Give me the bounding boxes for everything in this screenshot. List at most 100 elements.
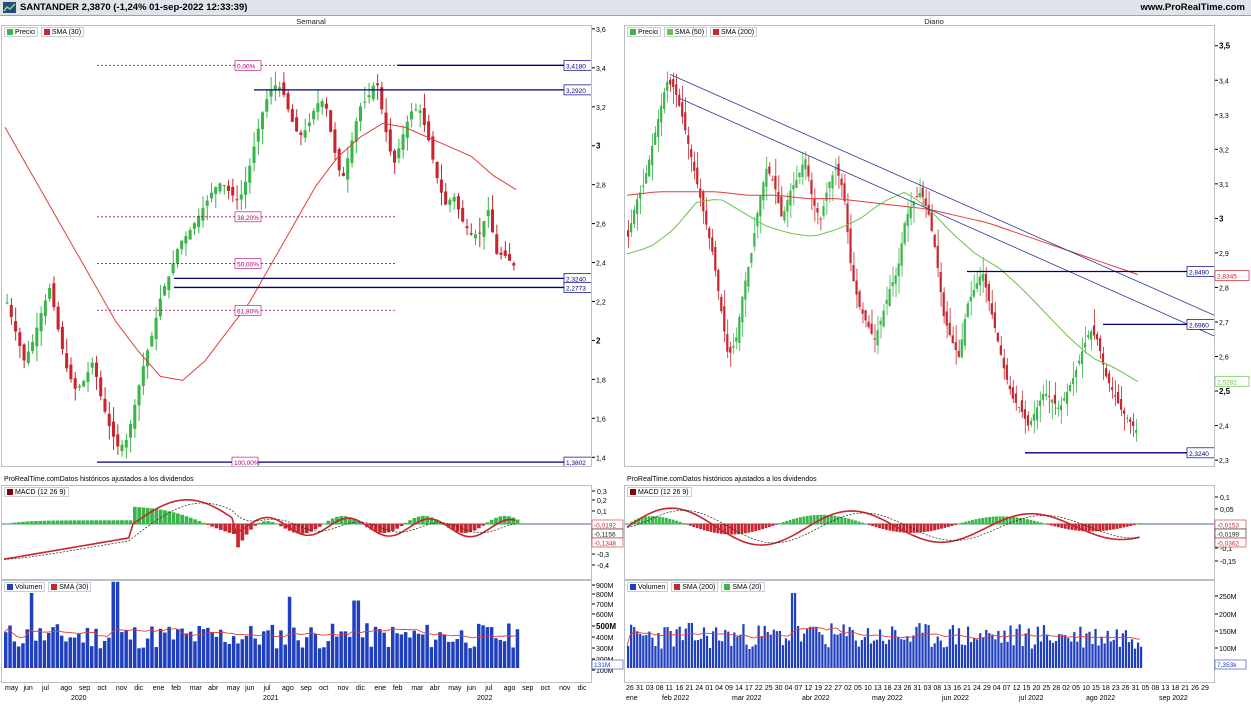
macd-histogram-bar bbox=[943, 524, 947, 528]
macd-histogram-bar bbox=[425, 516, 430, 525]
weekly-candle bbox=[269, 89, 273, 97]
weekly-candle bbox=[337, 149, 341, 171]
daily-candle bbox=[888, 289, 891, 306]
weekly-candle bbox=[341, 172, 345, 176]
weekly-volume-panel[interactable]: Volumen SMA (30) bbox=[1, 580, 592, 683]
daily-macd-panel[interactable]: MACD (12 26 9) bbox=[624, 485, 1215, 580]
weekly-candle bbox=[290, 109, 294, 122]
volume-bar bbox=[42, 640, 47, 668]
volume-bar bbox=[434, 639, 438, 668]
sma30-line bbox=[4, 122, 517, 381]
legend-macd-left[interactable]: MACD (12 26 9) bbox=[4, 487, 69, 497]
fib-label: 50,00% bbox=[237, 262, 259, 269]
macd-histogram-bar bbox=[219, 524, 223, 530]
volume-bar bbox=[839, 633, 842, 668]
macd-histogram-bar bbox=[981, 517, 985, 525]
daily-candle bbox=[729, 347, 732, 353]
volume-bar bbox=[869, 643, 873, 668]
macd-histogram-bar bbox=[651, 516, 654, 525]
daily-volume-panel[interactable]: Volumen SMA (200) SMA (20) bbox=[624, 580, 1215, 683]
volume-bar bbox=[915, 626, 918, 668]
legend-macd-right[interactable]: MACD (12 26 9) bbox=[627, 487, 692, 497]
x-tick-label: 24 bbox=[695, 685, 704, 692]
daily-candle bbox=[825, 192, 828, 201]
volume-bar bbox=[373, 626, 378, 668]
daily-candle bbox=[996, 332, 999, 342]
daily-candle bbox=[1131, 421, 1135, 426]
legend-volumen-right[interactable]: Volumen bbox=[627, 582, 669, 592]
volume-bar bbox=[900, 639, 903, 668]
x-tick-label: ene bbox=[152, 685, 165, 692]
weekly-macd-panel[interactable]: MACD (12 26 9) bbox=[1, 485, 592, 580]
volume-bar bbox=[249, 626, 253, 668]
macd-histogram-bar bbox=[685, 524, 689, 525]
macd-histogram-bar bbox=[4, 524, 8, 525]
daily-candle bbox=[873, 338, 876, 340]
daily-candle bbox=[708, 228, 711, 239]
volume-bar bbox=[193, 641, 197, 668]
daily-candle bbox=[738, 316, 741, 344]
volume-bar bbox=[1036, 626, 1039, 668]
weekly-candle bbox=[393, 150, 397, 163]
weekly-candle bbox=[495, 234, 499, 254]
daily-candle bbox=[1017, 406, 1020, 408]
weekly-candle bbox=[141, 366, 145, 386]
macd-histogram-bar bbox=[1118, 524, 1122, 529]
volume-bar bbox=[721, 641, 724, 668]
x-tick-label: 13 bbox=[873, 685, 882, 692]
legend-precio[interactable]: Precio bbox=[4, 27, 38, 37]
volume-bar bbox=[754, 644, 757, 668]
volume-bar bbox=[1115, 629, 1118, 668]
weekly-candle bbox=[261, 112, 265, 130]
volume-bar bbox=[421, 634, 425, 668]
daily-candle bbox=[1047, 395, 1051, 397]
legend-sma200[interactable]: SMA (200) bbox=[710, 27, 758, 37]
macd-histogram-bar bbox=[343, 516, 348, 525]
x-tick-label: sep bbox=[300, 685, 312, 692]
volume-bar bbox=[317, 648, 322, 668]
weekly-candle bbox=[490, 209, 495, 233]
daily-candle bbox=[975, 283, 978, 289]
volume-bar bbox=[1054, 640, 1058, 668]
macd-histogram-bar bbox=[107, 520, 111, 525]
volume-bar bbox=[827, 647, 830, 668]
daily-candle bbox=[924, 198, 927, 206]
daily-candle bbox=[858, 291, 861, 307]
daily-price-chart[interactable]: Precio SMA (50) SMA (200) 2,8490 2,6960 2,… bbox=[624, 25, 1215, 467]
legend-sma30[interactable]: SMA (30) bbox=[40, 27, 85, 37]
daily-candle bbox=[1068, 384, 1072, 392]
legend-volumen-left[interactable]: Volumen bbox=[4, 582, 46, 592]
macd-histogram-bar bbox=[1046, 524, 1050, 525]
x-tick-label: nov bbox=[559, 685, 571, 692]
macd-histogram-bar bbox=[764, 524, 768, 529]
daily-candle bbox=[1128, 419, 1132, 422]
macd-histogram-bar bbox=[644, 516, 648, 525]
daily-candle bbox=[813, 198, 816, 206]
macd-histogram-bar bbox=[871, 524, 875, 527]
macd-histogram-bar bbox=[778, 523, 782, 525]
macd-histogram-bar bbox=[64, 520, 68, 525]
daily-candle bbox=[1062, 398, 1066, 401]
volume-bar bbox=[833, 634, 836, 668]
volume-bar bbox=[854, 640, 857, 668]
weekly-price-chart[interactable]: Precio SMA (30) 0,00% 38,20% 50,00% 61,80% 1… bbox=[1, 25, 592, 467]
macd-histogram-bar bbox=[1098, 524, 1102, 532]
weekly-macd-svg bbox=[2, 499, 591, 560]
legend-precio-right[interactable]: Precio bbox=[627, 27, 661, 37]
macd-histogram-bar bbox=[1036, 521, 1040, 525]
volume-bar bbox=[772, 629, 775, 668]
legend-sma50[interactable]: SMA (50) bbox=[663, 27, 708, 37]
daily-candle bbox=[879, 320, 882, 325]
volume-bar bbox=[477, 623, 481, 668]
volume-bar bbox=[270, 624, 275, 668]
legend-vol-sma20[interactable]: SMA (20) bbox=[721, 582, 765, 592]
daily-candle bbox=[981, 274, 984, 281]
x-tick-label: 11 bbox=[665, 685, 673, 692]
legend-vol-sma200[interactable]: SMA (200) bbox=[671, 582, 719, 592]
macd-histogram-bar bbox=[214, 524, 219, 529]
macd-histogram-bar bbox=[72, 520, 77, 525]
legend-vol-sma30[interactable]: SMA (30) bbox=[48, 582, 92, 592]
site-url[interactable]: www.ProRealTime.com bbox=[1140, 2, 1245, 13]
volume-bar bbox=[891, 626, 894, 668]
daily-candle bbox=[654, 132, 657, 145]
